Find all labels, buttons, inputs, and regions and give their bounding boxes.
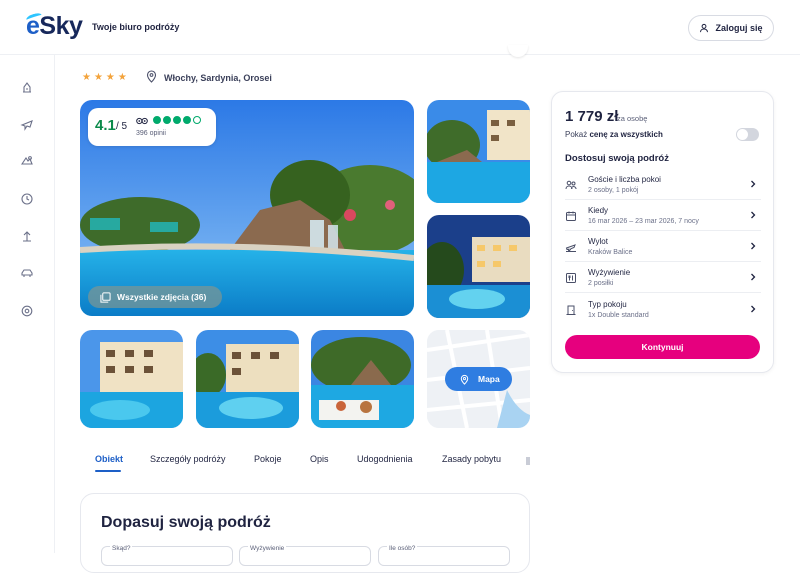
rating-dots — [153, 116, 201, 124]
top-bar: eSky Twoje biuro podróży Zaloguj się — [0, 0, 800, 55]
option-divider — [565, 261, 761, 262]
flight-hotel-icon[interactable] — [20, 154, 34, 168]
option-label: Goście i liczba pokoi — [588, 175, 661, 184]
chevron-right-icon — [751, 305, 756, 313]
all-photos-button[interactable]: Wszystkie zdjęcia (36) — [88, 286, 222, 308]
option-divider — [565, 199, 761, 200]
gallery-photo[interactable] — [427, 215, 530, 318]
rating-dot-empty — [193, 116, 201, 124]
guests-icon — [565, 178, 577, 190]
travel-icon[interactable] — [20, 229, 34, 243]
tab-trip-details[interactable]: Szczegóły podróży — [150, 454, 226, 464]
hotel-stars: ★★★★ — [82, 72, 130, 83]
total-price-toggle[interactable] — [736, 128, 759, 141]
active-tab-indicator — [95, 470, 121, 472]
meal-field-label: Wyżywienie — [248, 545, 287, 552]
flight-icon[interactable] — [20, 117, 34, 131]
gallery-photo[interactable] — [80, 330, 183, 428]
option-label: Kiedy — [588, 206, 609, 215]
last-minute-icon[interactable] — [20, 192, 34, 206]
meal-icon — [565, 271, 577, 283]
room-icon — [565, 303, 577, 315]
option-label: Wylot — [588, 237, 608, 246]
rating-count: 396 opinii — [136, 130, 166, 137]
option-value: 1x Double standard — [588, 312, 649, 319]
hotel-location: Włochy, Sardynia, Orosei — [164, 73, 272, 83]
rating-dot-filled — [183, 116, 191, 124]
sidebar — [0, 55, 55, 553]
esky-logo[interactable]: eSky — [25, 11, 83, 41]
tripadvisor-icon — [136, 117, 148, 125]
room-type-option[interactable]: Typ pokoju 1x Double standard — [565, 300, 761, 328]
gallery-icon — [100, 291, 111, 303]
rating-dot-filled — [153, 116, 161, 124]
location-pin-icon — [146, 70, 157, 83]
rating-card[interactable]: 4.1 / 5 396 opinii — [88, 108, 216, 146]
continue-button[interactable]: Kontynuuj — [565, 335, 760, 359]
tab-object[interactable]: Obiekt — [95, 454, 123, 464]
tagline: Twoje biuro podróży — [92, 22, 180, 32]
tab-overflow-indicator — [526, 457, 530, 465]
chevron-right-icon — [751, 273, 756, 281]
map-button[interactable]: Mapa — [445, 367, 512, 391]
chevron-right-icon — [751, 242, 756, 250]
gallery-photo[interactable] — [427, 100, 530, 203]
total-price-toggle-label: Pokaż cenę za wszystkich — [565, 130, 663, 139]
gallery-photo[interactable] — [196, 330, 299, 428]
option-value: 2 posiłki — [588, 280, 614, 287]
hotel-icon[interactable] — [20, 80, 34, 94]
map-pin-icon — [460, 374, 469, 385]
car-icon[interactable] — [20, 266, 34, 280]
gallery-photo[interactable] — [311, 330, 414, 428]
price-suffix: za osobę — [617, 114, 648, 123]
option-value: 16 mar 2026 – 23 mar 2026, 7 nocy — [588, 218, 699, 225]
price: 1 779 zł — [565, 108, 619, 125]
rating-score: 4.1 — [95, 117, 116, 134]
option-label: Typ pokoju — [588, 300, 627, 309]
option-value: Kraków Balice — [588, 249, 633, 256]
user-icon — [700, 23, 709, 33]
option-divider — [565, 292, 761, 293]
chevron-right-icon — [751, 211, 756, 219]
tab-stay-rules[interactable]: Zasady pobytu — [442, 454, 501, 464]
from-field-label: Skąd? — [110, 545, 133, 552]
rating-dot-filled — [163, 116, 171, 124]
rating-scale: / 5 — [116, 121, 128, 132]
tab-amenities[interactable]: Udogodnienia — [357, 454, 413, 464]
rating-dot-filled — [173, 116, 181, 124]
map-label: Mapa — [478, 374, 500, 384]
all-photos-label: Wszystkie zdjęcia (36) — [117, 292, 207, 302]
settings-icon[interactable] — [20, 304, 34, 318]
calendar-icon — [565, 209, 577, 221]
option-divider — [565, 230, 761, 231]
guests-field-label: Ile osób? — [387, 545, 418, 552]
tab-description[interactable]: Opis — [310, 454, 329, 464]
option-label: Wyżywienie — [588, 268, 631, 277]
customize-trip-title: Dostosuj swoją podróż — [565, 153, 669, 164]
departure-icon — [565, 240, 577, 252]
adjust-trip-title: Dopasuj swoją podróż — [101, 514, 271, 531]
chevron-right-icon — [751, 180, 756, 188]
option-value: 2 osoby, 1 pokój — [588, 187, 639, 194]
login-label: Zaloguj się — [715, 23, 763, 33]
tab-rooms[interactable]: Pokoje — [254, 454, 282, 464]
scroll-up-chip[interactable] — [508, 45, 528, 57]
login-button[interactable]: Zaloguj się — [688, 15, 774, 41]
